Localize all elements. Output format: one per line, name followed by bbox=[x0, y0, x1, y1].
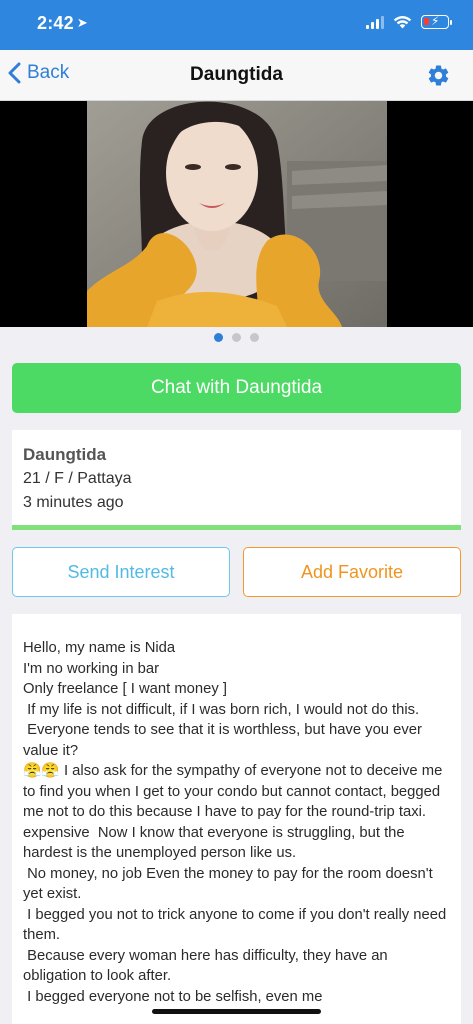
status-time-text: 2:42 bbox=[37, 13, 74, 33]
send-interest-button[interactable]: Send Interest bbox=[12, 547, 230, 597]
home-indicator[interactable] bbox=[152, 1009, 321, 1014]
profile-photo-illustration bbox=[87, 101, 387, 327]
bio-text: Hello, my name is Nida I'm no working in… bbox=[23, 640, 447, 1005]
status-time: 2:42 ➤ bbox=[37, 13, 88, 34]
profile-last-seen: 3 minutes ago bbox=[23, 494, 124, 511]
gallery-dot-3[interactable] bbox=[250, 333, 259, 342]
online-status-bar bbox=[12, 525, 461, 530]
profile-details: 21 / F / Pattaya bbox=[23, 470, 132, 487]
gallery-dot-2[interactable] bbox=[232, 333, 241, 342]
chat-button[interactable]: Chat with Daungtida bbox=[12, 363, 461, 413]
navigation-bar: Back Daungtida bbox=[0, 50, 473, 101]
battery-low-charging-icon: ⚡ bbox=[421, 14, 452, 29]
profile-name: Daungtida bbox=[23, 445, 107, 464]
gallery-dot-1[interactable] bbox=[214, 333, 223, 342]
profile-info-card: Daungtida 21 / F / Pattaya 3 minutes ago bbox=[12, 430, 461, 530]
add-favorite-button[interactable]: Add Favorite bbox=[243, 547, 461, 597]
location-arrow-icon: ➤ bbox=[76, 15, 88, 30]
page-title: Daungtida bbox=[190, 64, 283, 85]
status-bar: 2:42 ➤ ⚡ bbox=[0, 0, 473, 50]
photo-gallery[interactable] bbox=[0, 101, 473, 327]
gallery-page-indicator bbox=[0, 333, 473, 342]
profile-photo[interactable] bbox=[87, 101, 387, 327]
bio-card: Hello, my name is Nida I'm no working in… bbox=[12, 614, 461, 1024]
status-indicators: ⚡ bbox=[366, 14, 452, 29]
wifi-icon bbox=[393, 16, 412, 29]
gear-icon[interactable] bbox=[426, 63, 451, 88]
cellular-signal-icon bbox=[366, 15, 384, 29]
